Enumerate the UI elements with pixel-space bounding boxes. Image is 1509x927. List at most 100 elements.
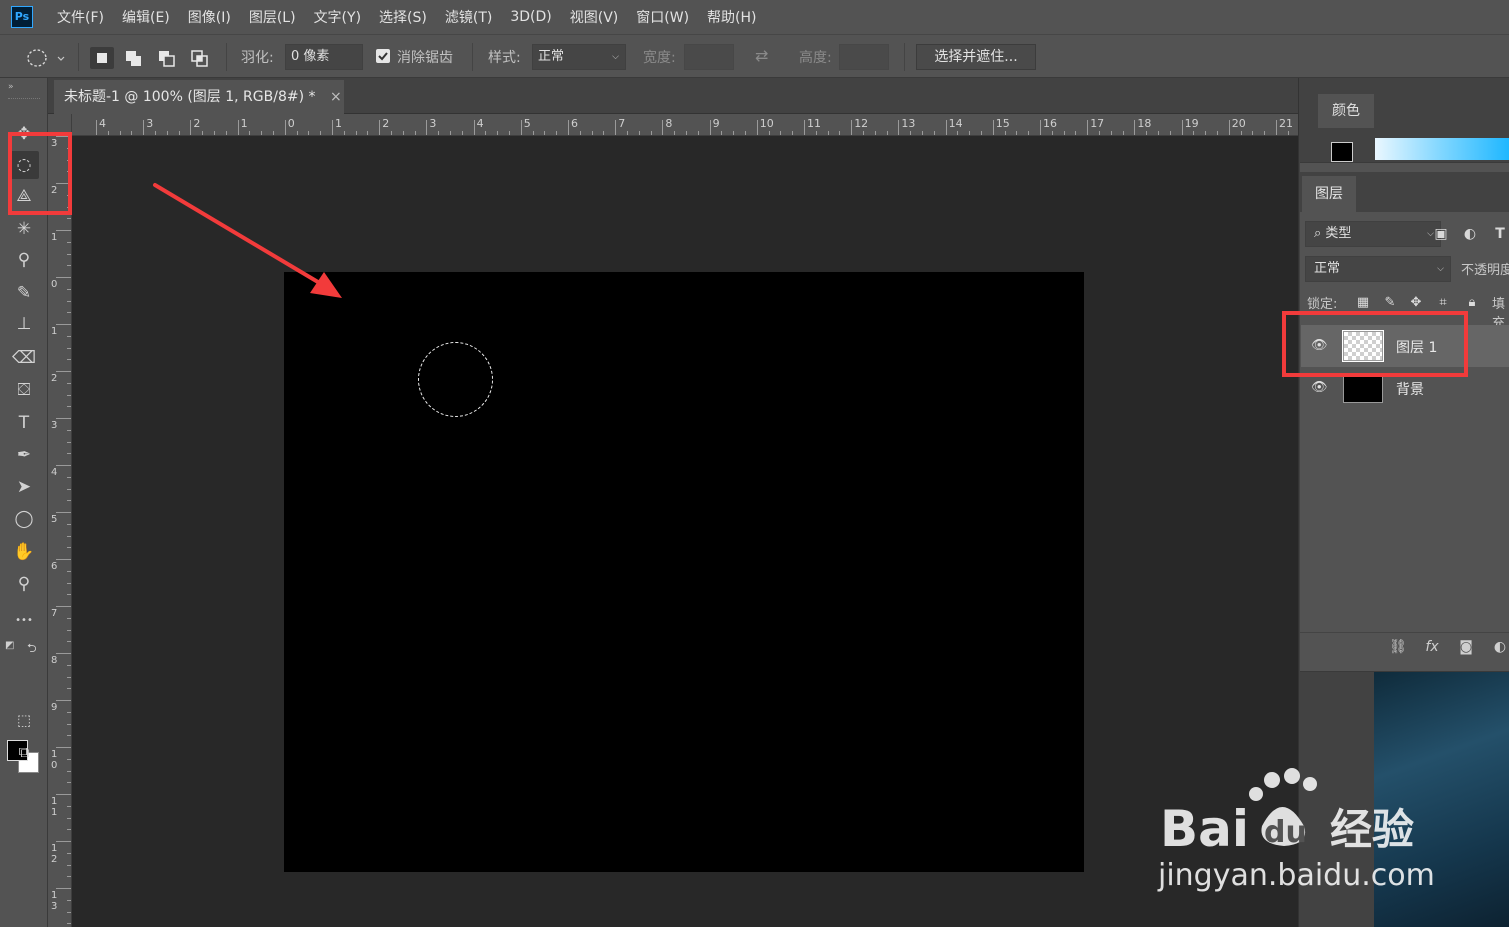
close-icon[interactable]: × [330, 80, 342, 114]
more-icon: ••• [15, 615, 33, 626]
adjustment-filter-icon[interactable]: ◐ [1460, 224, 1480, 244]
menu-3d[interactable]: 3D(D) [501, 9, 560, 25]
menu-window[interactable]: 窗口(W) [627, 7, 698, 27]
horizontal-ruler[interactable]: 4 3 2 1 0 1 2 3 4 5 6 7 8 9 10 11 12 13 14 15 16 17 18 19 20 21 [72, 114, 1298, 136]
lock-pixels-icon[interactable]: ✎ [1381, 293, 1399, 313]
swap-dimensions-icon[interactable]: ⇄ [755, 46, 768, 65]
ruler-label: 11 [51, 796, 58, 818]
vertical-ruler[interactable]: 3 2 1 0 1 2 3 4 5 6 7 8 9 10 11 12 13 [48, 136, 72, 927]
svg-text:du: du [1264, 815, 1307, 850]
menu-filter[interactable]: 滤镜(T) [436, 7, 501, 27]
width-input[interactable] [684, 44, 734, 70]
blend-mode-select[interactable]: 正常 ⌵ [1305, 256, 1451, 282]
link-layers-icon[interactable]: ⛓︎ [1387, 639, 1409, 655]
color-panel-foreground-swatch[interactable] [1331, 142, 1353, 162]
more-tools[interactable]: ••• [9, 604, 39, 632]
ruler-label: 1 [240, 117, 248, 130]
document-canvas[interactable] [284, 272, 1084, 872]
ruler-label: 9 [51, 702, 58, 713]
menu-file[interactable]: 文件(F) [48, 7, 113, 27]
subtract-from-selection-button[interactable] [155, 47, 179, 69]
color-ramp[interactable] [1375, 138, 1509, 160]
adjustment-layer-icon[interactable]: ◐ [1489, 639, 1509, 655]
visibility-eye-icon[interactable]: 👁︎ [1311, 380, 1328, 395]
antialias-checkbox[interactable] [376, 49, 390, 63]
add-to-selection-button[interactable] [122, 47, 146, 69]
screen-mode-icon[interactable]: ⧉ [9, 738, 39, 766]
magic-wand-tool[interactable]: ✳ [9, 215, 39, 243]
ruler-label: 13 [51, 890, 58, 912]
swap-colors-icon[interactable]: ⮌ [27, 639, 37, 660]
menu-select[interactable]: 选择(S) [370, 7, 436, 27]
lock-position-icon[interactable]: ✥ [1407, 293, 1425, 313]
ruler-label: 2 [193, 117, 201, 130]
toolbar-grip[interactable] [8, 98, 40, 101]
select-and-mask-button[interactable]: 选择并遮住... [916, 44, 1036, 70]
ruler-tick [898, 120, 900, 135]
circular-selection-marquee[interactable] [418, 342, 493, 417]
layers-panel-footer: ⛓︎ fx ◙ ◐ [1300, 632, 1509, 662]
ruler-tick [473, 120, 475, 135]
path-selection-tool[interactable]: ➤ [9, 473, 39, 501]
menu-image[interactable]: 图像(I) [179, 7, 240, 27]
annotation-box-tools [8, 132, 72, 215]
separator [472, 43, 473, 71]
stamp-tool[interactable]: ⊥ [9, 310, 39, 338]
ruler-tick [662, 120, 664, 135]
layers-panel-tab[interactable]: 图层 [1302, 176, 1356, 212]
watermark-url: jingyan.baidu.com [1158, 858, 1435, 893]
ruler-label: 3 [429, 117, 437, 130]
fx-icon[interactable]: fx [1421, 639, 1443, 655]
document-tab[interactable]: 未标题-1 @ 100% (图层 1, RGB/8#) * × [54, 80, 344, 114]
ruler-label: 1 [335, 117, 342, 130]
hand-tool[interactable]: ✋ [9, 538, 39, 566]
ruler-tick [851, 120, 853, 135]
ruler-tick [1040, 120, 1041, 135]
type-filter-icon[interactable]: T [1490, 224, 1509, 244]
collapse-toolbar-icon[interactable]: » [8, 82, 14, 92]
photoshop-logo-icon: Ps [11, 6, 33, 28]
menu-edit[interactable]: 编辑(E) [113, 7, 179, 27]
image-filter-icon[interactable]: ▣ [1431, 224, 1451, 244]
add-mask-icon[interactable]: ◙ [1455, 639, 1477, 655]
menu-layer[interactable]: 图层(L) [240, 7, 305, 27]
intersect-selection-button[interactable] [188, 47, 212, 69]
chevron-down-icon: ⌵ [612, 52, 619, 62]
menu-type[interactable]: 文字(Y) [305, 7, 370, 27]
layer-filter-select[interactable]: ⌕ 类型 ⌵ [1305, 221, 1441, 247]
ruler-label: 20 [1231, 117, 1246, 130]
ruler-tick [520, 120, 522, 135]
width-label: 宽度: [643, 50, 676, 66]
svg-text:Bai: Bai [1160, 800, 1249, 858]
quick-mask-icon[interactable]: ⬚ [9, 706, 39, 734]
lock-artboard-icon[interactable]: ⌗ [1434, 293, 1452, 313]
ellipse-shape-tool[interactable]: ◯ [9, 505, 39, 533]
menu-bar: Ps 文件(F) 编辑(E) 图像(I) 图层(L) 文字(Y) 选择(S) 滤… [0, 0, 1509, 34]
lock-transparency-icon[interactable]: ▦ [1354, 293, 1372, 313]
lock-all-icon[interactable]: 🔒︎ [1463, 293, 1481, 313]
ruler-label: 2 [382, 117, 390, 130]
type-tool[interactable]: T [9, 409, 39, 437]
new-selection-button[interactable] [90, 47, 114, 69]
feather-input[interactable]: 0 像素 [285, 44, 363, 70]
brush-tool[interactable]: ✎ [9, 279, 39, 307]
tool-preset-picker[interactable] [26, 47, 66, 73]
zoom-tool[interactable]: ⚲ [9, 570, 39, 598]
ruler-label: 1 [51, 232, 58, 243]
menu-view[interactable]: 视图(V) [561, 7, 628, 27]
style-select[interactable]: 正常 ⌵ [532, 44, 626, 70]
annotation-arrow [153, 183, 342, 298]
eraser-tool[interactable]: ⌫ [9, 344, 39, 372]
default-colors-icon[interactable]: ◩ [5, 640, 14, 651]
ruler-tick [1087, 120, 1089, 135]
menu-help[interactable]: 帮助(H) [698, 7, 765, 27]
ruler-label: 2 [51, 373, 58, 384]
paint-bucket-tool[interactable]: ⛋ [9, 376, 39, 404]
ruler-tick [709, 120, 711, 135]
color-panel-tab[interactable]: 颜色 [1318, 94, 1374, 128]
layer-name[interactable]: 背景 [1396, 379, 1424, 399]
ruler-label: 8 [665, 117, 673, 130]
pen-tool[interactable]: ✒ [9, 441, 39, 469]
height-input[interactable] [839, 44, 889, 70]
eyedropper-tool[interactable]: ⚲ [9, 246, 39, 274]
